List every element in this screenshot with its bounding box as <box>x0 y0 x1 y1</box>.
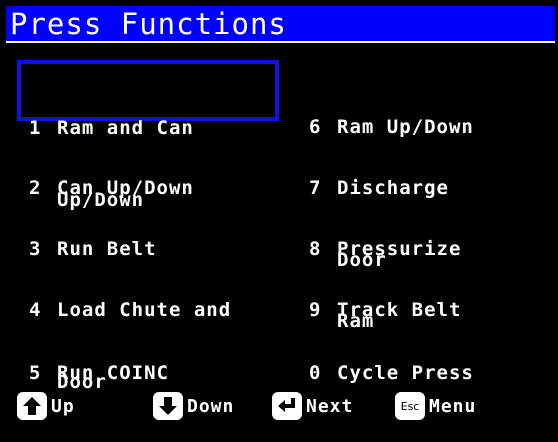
menu-item-label: Cycle Press <box>337 362 474 384</box>
footer-key-hints: Up Down Next Esc Menu <box>3 388 558 424</box>
screen: Press Functions 1 Ram and Can Up/Down 2 Ca… <box>0 0 558 423</box>
menu-item-1[interactable]: 1 Ram and Can Up/Down <box>17 60 279 211</box>
footer-down[interactable]: Down <box>153 388 234 424</box>
page-title: Press Functions <box>10 7 287 41</box>
title-bar: Press Functions <box>6 6 555 43</box>
esc-key-icon: Esc <box>395 392 425 420</box>
menu-item-label: Run COINC <box>57 362 169 384</box>
footer-menu-label: Menu <box>429 395 477 417</box>
footer-down-label: Down <box>187 395 235 417</box>
footer-next-label: Next <box>306 395 354 417</box>
esc-key-text: Esc <box>400 399 420 413</box>
arrow-up-icon <box>17 392 47 420</box>
menu-item-number: 5 <box>29 362 42 384</box>
footer-next[interactable]: Next <box>272 388 353 424</box>
footer-menu[interactable]: Esc Menu <box>395 388 476 424</box>
menu-item-number: 0 <box>309 362 322 384</box>
enter-icon <box>272 392 302 420</box>
footer-up-label: Up <box>51 395 75 417</box>
footer-up[interactable]: Up <box>17 388 75 424</box>
arrow-down-icon <box>153 392 183 420</box>
